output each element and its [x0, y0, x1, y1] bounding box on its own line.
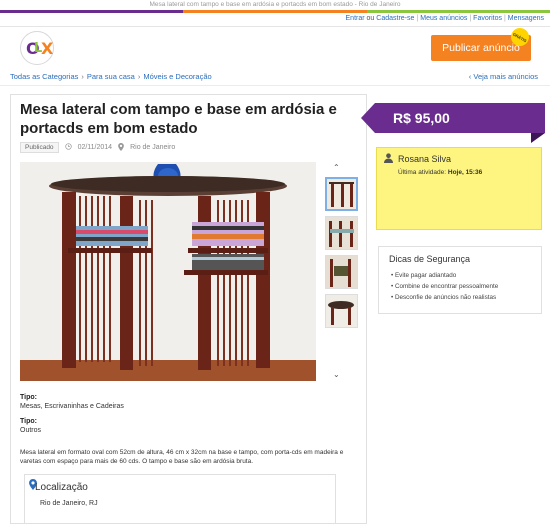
thumbnail-image: [326, 256, 357, 288]
thumbnail-4[interactable]: [325, 294, 358, 328]
safety-tip: Evite pagar adiantado: [391, 270, 498, 281]
window-title: Mesa lateral com tampo e base em ardósia…: [149, 1, 401, 8]
see-more-ads-link[interactable]: ‹ Veja mais anúncios: [469, 72, 538, 81]
chevron-down-icon[interactable]: ⌄: [333, 370, 340, 379]
spec-label: Tipo:: [20, 394, 37, 401]
safety-tip: Combine de encontrar pessoalmente: [391, 281, 498, 292]
location-pin-icon: [118, 142, 124, 153]
chevron-up-icon[interactable]: ⌃: [333, 163, 340, 172]
or-text: ou: [366, 15, 375, 22]
seller-name[interactable]: Rosana Silva: [398, 154, 451, 164]
seller-activity: Última atividade: Hoje, 15:36: [398, 169, 483, 176]
logo-letter-x: X: [41, 39, 54, 58]
color-stripe-purple: [0, 10, 183, 13]
thumbnail-image: [326, 295, 357, 327]
login-link[interactable]: Entrar: [346, 15, 365, 22]
olx-logo[interactable]: O L X: [20, 31, 54, 65]
top-links: Entrar ou Cadastre-se | Meus anúncios | Favo…: [345, 15, 544, 22]
ad-date: 02/11/2014: [77, 144, 113, 151]
spec-label: Tipo:: [20, 418, 37, 425]
breadcrumb-all-categories[interactable]: Todas as Categorias: [10, 72, 78, 81]
thumbnail-2[interactable]: [325, 216, 358, 250]
breadcrumb-divider: [0, 85, 550, 86]
location-city: Rio de Janeiro, RJ: [40, 500, 98, 507]
price-ribbon-notch: [361, 103, 375, 133]
color-stripe-green: [367, 10, 550, 13]
thumbnail-image: [326, 217, 357, 249]
spec-value: Mesas, Escrivaninhas e Cadeiras: [20, 403, 124, 410]
price: R$ 95,00: [393, 110, 450, 126]
location-title: Localização: [35, 482, 88, 493]
thumbnail-1[interactable]: [325, 177, 358, 211]
user-icon: [384, 153, 393, 163]
ad-specs: Tipo: Mesas, Escrivaninhas e Cadeiras Ti…: [20, 393, 124, 435]
status-badge: Publicado: [20, 142, 59, 153]
breadcrumb: Todas as Categorias › Para sua casa › Móveis…: [10, 72, 212, 81]
thumbnail-3[interactable]: [325, 255, 358, 289]
price-ribbon: R$ 95,00: [375, 103, 545, 133]
clock-icon: [64, 143, 72, 152]
price-ribbon-fold: [531, 133, 545, 143]
ad-description: Mesa lateral em formato oval com 52cm de…: [20, 449, 344, 465]
safety-tips-title: Dicas de Segurança: [389, 254, 471, 264]
header-divider: [0, 26, 550, 27]
main-photo[interactable]: [20, 162, 316, 381]
furniture-photo: [20, 162, 316, 381]
favorites-link[interactable]: Favoritos: [473, 15, 502, 22]
breadcrumb-furniture[interactable]: Móveis e Decoração: [143, 72, 211, 81]
safety-tip: Desconfie de anúncios não realistas: [391, 292, 498, 303]
messages-link[interactable]: Mensagens: [508, 15, 544, 22]
ad-meta: Publicado 02/11/2014 Rio de Janeiro: [20, 142, 175, 153]
color-stripe-orange: [183, 10, 367, 13]
spec-value: Outros: [20, 427, 42, 434]
my-ads-link[interactable]: Meus anúncios: [420, 15, 467, 22]
thumbnail-image: [327, 179, 356, 209]
ad-title: Mesa lateral com tampo e base em ardósia…: [20, 101, 337, 137]
ad-location: Rio de Janeiro: [130, 144, 176, 151]
register-link[interactable]: Cadastre-se: [376, 15, 414, 22]
breadcrumb-home[interactable]: Para sua casa: [87, 72, 135, 81]
safety-tips-list: Evite pagar adiantado Combine de encontr…: [391, 270, 498, 303]
